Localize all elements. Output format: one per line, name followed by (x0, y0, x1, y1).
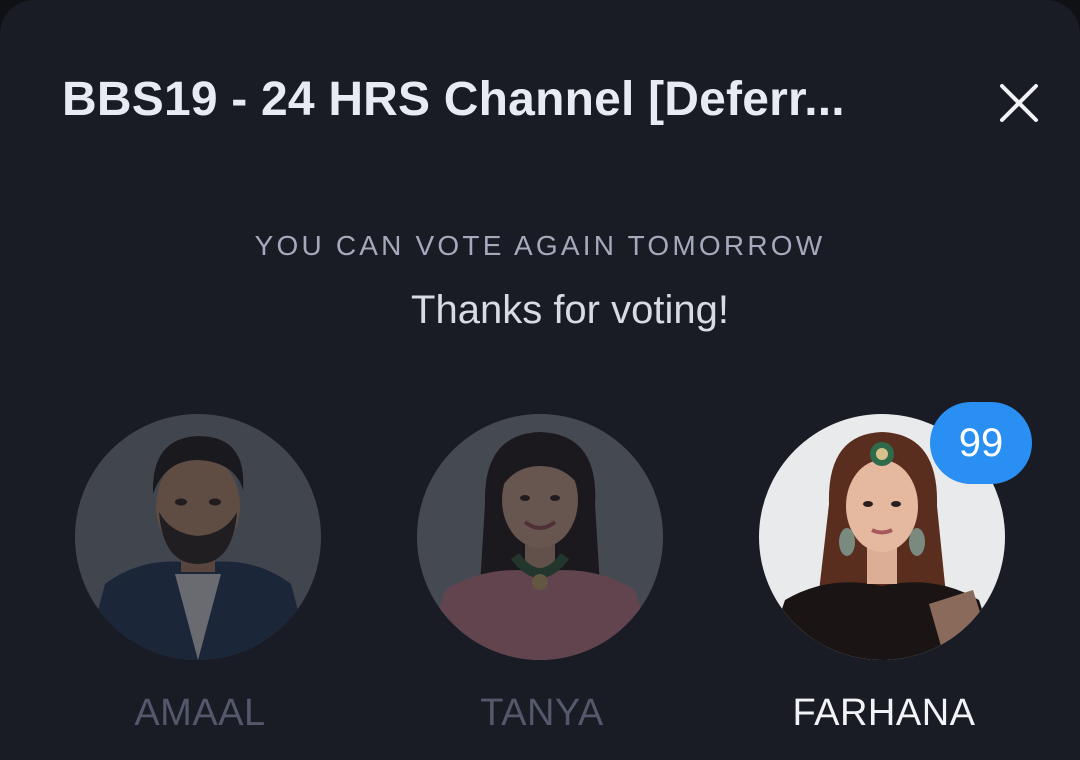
candidate-name: FARHANA (792, 692, 976, 734)
candidate-amaal[interactable]: AMAAL (75, 414, 325, 734)
vote-sheet: BBS19 - 24 HRS Channel [Deferr... YOU CA… (0, 0, 1080, 760)
vote-again-notice: YOU CAN VOTE AGAIN TOMORROW (254, 230, 826, 261)
candidate-name: AMAAL (134, 692, 266, 734)
avatar-tanya (417, 414, 663, 660)
sheet-title: BBS19 - 24 HRS Channel [Deferr... (62, 73, 845, 126)
avatar-amaal (75, 414, 321, 660)
candidate-tanya[interactable]: TANYA (417, 414, 667, 734)
close-button[interactable] (992, 76, 1046, 130)
close-icon (1000, 84, 1038, 122)
vote-count-badge: 99 (930, 402, 1032, 484)
candidate-name: TANYA (480, 692, 604, 734)
thanks-message: Thanks for voting! (411, 288, 729, 332)
